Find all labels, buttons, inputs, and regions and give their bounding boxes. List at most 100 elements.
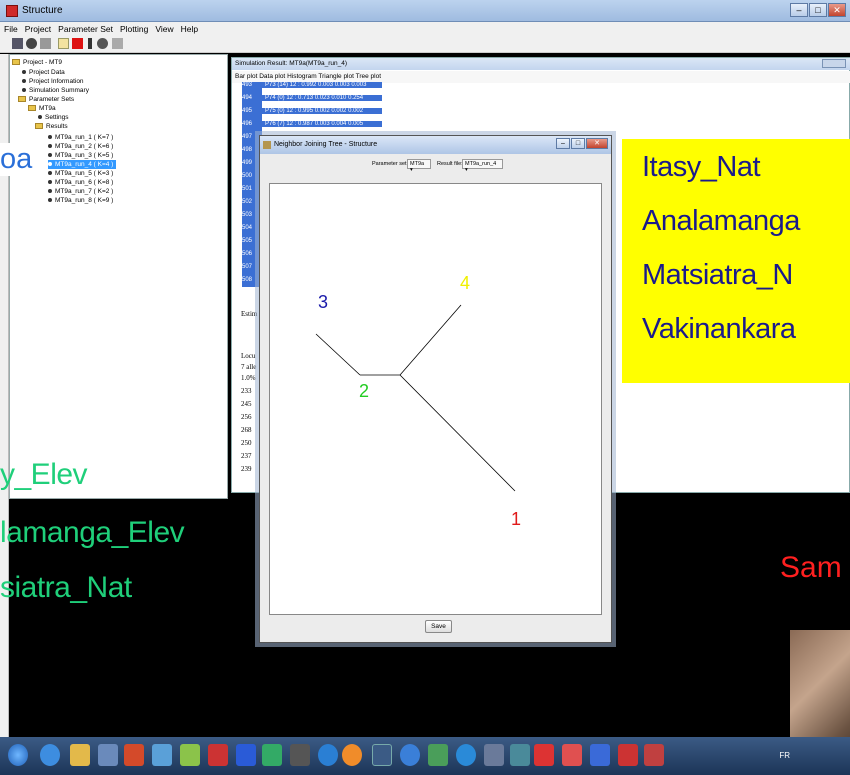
- row-number[interactable]: 505: [242, 238, 252, 244]
- row-number[interactable]: 504: [242, 225, 252, 231]
- tree-item-settings[interactable]: Settings: [38, 113, 69, 122]
- tab-bar-plot[interactable]: Bar plot: [235, 73, 257, 80]
- row-number[interactable]: 496: [242, 121, 252, 127]
- node-label-3: 3: [318, 292, 328, 312]
- delete-icon[interactable]: [72, 38, 83, 49]
- stop-icon[interactable]: [97, 38, 108, 49]
- tree-item-project[interactable]: Project - MT9: [12, 58, 62, 67]
- app-icon-11[interactable]: [644, 744, 664, 766]
- dialog-close-button[interactable]: ✕: [586, 138, 608, 149]
- tab-tree-plot[interactable]: Tree plot: [356, 73, 381, 80]
- row-number[interactable]: 502: [242, 199, 252, 205]
- tree-item-run-8[interactable]: MT9a_run_8 ( K=9 ): [48, 196, 113, 205]
- row-number[interactable]: 508: [242, 277, 252, 283]
- app-icon-3[interactable]: [262, 744, 282, 766]
- folder-icon[interactable]: [70, 744, 90, 766]
- maximize-button[interactable]: □: [809, 3, 827, 17]
- side-text-line: 239: [241, 465, 252, 473]
- green-line-1: y_Elev: [0, 458, 88, 491]
- tray-language[interactable]: FR: [779, 751, 790, 760]
- pdf-icon-2[interactable]: [562, 744, 582, 766]
- tree-item-results[interactable]: Results: [35, 122, 68, 131]
- parameter-set-select[interactable]: MT9a ▾: [407, 159, 431, 173]
- menu-file[interactable]: File: [0, 22, 21, 34]
- app-icon-7[interactable]: [428, 744, 448, 766]
- tree-item-run-5[interactable]: MT9a_run_5 ( K=3 ): [48, 169, 113, 178]
- project-tree: Project - MT9 Project Data Project Infor…: [9, 54, 228, 499]
- app-icon-10[interactable]: [590, 744, 610, 766]
- pdf-icon[interactable]: [534, 744, 554, 766]
- skype-icon[interactable]: [456, 744, 476, 766]
- menu-help[interactable]: Help: [177, 22, 201, 34]
- tree-item-simulation-summary[interactable]: Simulation Summary: [22, 86, 89, 95]
- app-icon-6[interactable]: [372, 744, 392, 766]
- tree-item-project-information[interactable]: Project Information: [22, 77, 84, 86]
- tree-item-project-data[interactable]: Project Data: [22, 68, 65, 77]
- tree-item-run-4[interactable]: MT9a_run_4 ( K=4 ): [48, 160, 117, 169]
- table-icon[interactable]: [12, 38, 23, 49]
- tab-triangle-plot[interactable]: Triangle plot: [318, 73, 354, 80]
- app-icon-9[interactable]: [510, 744, 530, 766]
- row-number[interactable]: 494: [242, 95, 252, 101]
- bluetooth-icon[interactable]: [236, 744, 256, 766]
- side-text-line: 268: [241, 426, 252, 434]
- tree-item-run-6[interactable]: MT9a_run_6 ( K=8 ): [48, 178, 113, 187]
- row-text: P74 (0) 12 : 0.713 0.023 0.010 0.254: [262, 95, 382, 101]
- tree-item-run-2[interactable]: MT9a_run_2 ( K=6 ): [48, 142, 113, 151]
- simulation-title: Simulation Result: MT9a(MT9a_run_4): [232, 58, 850, 70]
- tree-item-run-1[interactable]: MT9a_run_1 ( K=7 ): [48, 133, 113, 142]
- sim-window-controls[interactable]: [822, 59, 846, 68]
- search-icon[interactable]: [40, 38, 51, 49]
- row-number[interactable]: 499: [242, 160, 252, 166]
- tree-item-parameter-sets[interactable]: Parameter Sets: [18, 95, 74, 104]
- tree-item-run-7[interactable]: MT9a_run_7 ( K=2 ): [48, 187, 113, 196]
- media-icon[interactable]: [98, 744, 118, 766]
- firefox-icon[interactable]: [342, 744, 362, 766]
- row-number[interactable]: 503: [242, 212, 252, 218]
- row-number[interactable]: 507: [242, 264, 252, 270]
- new-file-icon[interactable]: [58, 38, 69, 49]
- green-line-3: siatra_Nat: [0, 571, 132, 604]
- tab-histogram[interactable]: Histogram: [287, 73, 317, 80]
- tree-item-mt9a[interactable]: MT9a: [28, 104, 56, 113]
- row-number[interactable]: 493: [242, 82, 252, 88]
- row-number[interactable]: 506: [242, 251, 252, 257]
- close-button[interactable]: ✕: [828, 3, 846, 17]
- minimize-button[interactable]: –: [790, 3, 808, 17]
- side-text-line: Locu: [241, 352, 256, 360]
- structure-taskbar-icon[interactable]: [618, 744, 638, 766]
- app-icon-1[interactable]: [152, 744, 172, 766]
- dialog-minimize-button[interactable]: –: [556, 138, 570, 149]
- row-number[interactable]: 495: [242, 108, 252, 114]
- save-button[interactable]: Save: [425, 620, 452, 633]
- tree-item-run-3[interactable]: MT9a_run_3 ( K=5 ): [48, 151, 113, 160]
- dialog-maximize-button[interactable]: □: [571, 138, 585, 149]
- run-icon[interactable]: [88, 38, 92, 49]
- result-file-select[interactable]: MT9a_run_4 ▾: [462, 159, 503, 173]
- browser-icon[interactable]: [40, 744, 60, 766]
- app-icon-4[interactable]: [290, 744, 310, 766]
- branch-1: [399, 374, 516, 492]
- help-icon[interactable]: [400, 744, 420, 766]
- tree-canvas: 3 2 4 1: [269, 183, 602, 615]
- app-icon-5[interactable]: [318, 744, 338, 766]
- filezilla-icon[interactable]: [208, 744, 228, 766]
- wrench-icon[interactable]: [26, 38, 37, 49]
- red-text-fragment: Sam: [780, 551, 842, 584]
- node-label-1: 1: [511, 509, 521, 529]
- start-button-icon[interactable]: [8, 744, 28, 766]
- menu-view[interactable]: View: [151, 22, 176, 34]
- office-icon[interactable]: [124, 744, 144, 766]
- row-number[interactable]: 498: [242, 147, 252, 153]
- menu-plotting[interactable]: Plotting: [116, 22, 151, 34]
- row-number[interactable]: 497: [242, 134, 252, 140]
- home-icon[interactable]: [112, 38, 123, 49]
- row-number[interactable]: 501: [242, 186, 252, 192]
- menu-project[interactable]: Project: [21, 22, 54, 34]
- row-text: P73 (14) 12 : 0.992 0.003 0.003 0.003: [262, 82, 382, 88]
- app-icon-8[interactable]: [484, 744, 504, 766]
- tab-data-plot[interactable]: Data plot: [259, 73, 285, 80]
- row-number[interactable]: 500: [242, 173, 252, 179]
- menu-parameter-set[interactable]: Parameter Set: [54, 22, 116, 34]
- app-icon-2[interactable]: [180, 744, 200, 766]
